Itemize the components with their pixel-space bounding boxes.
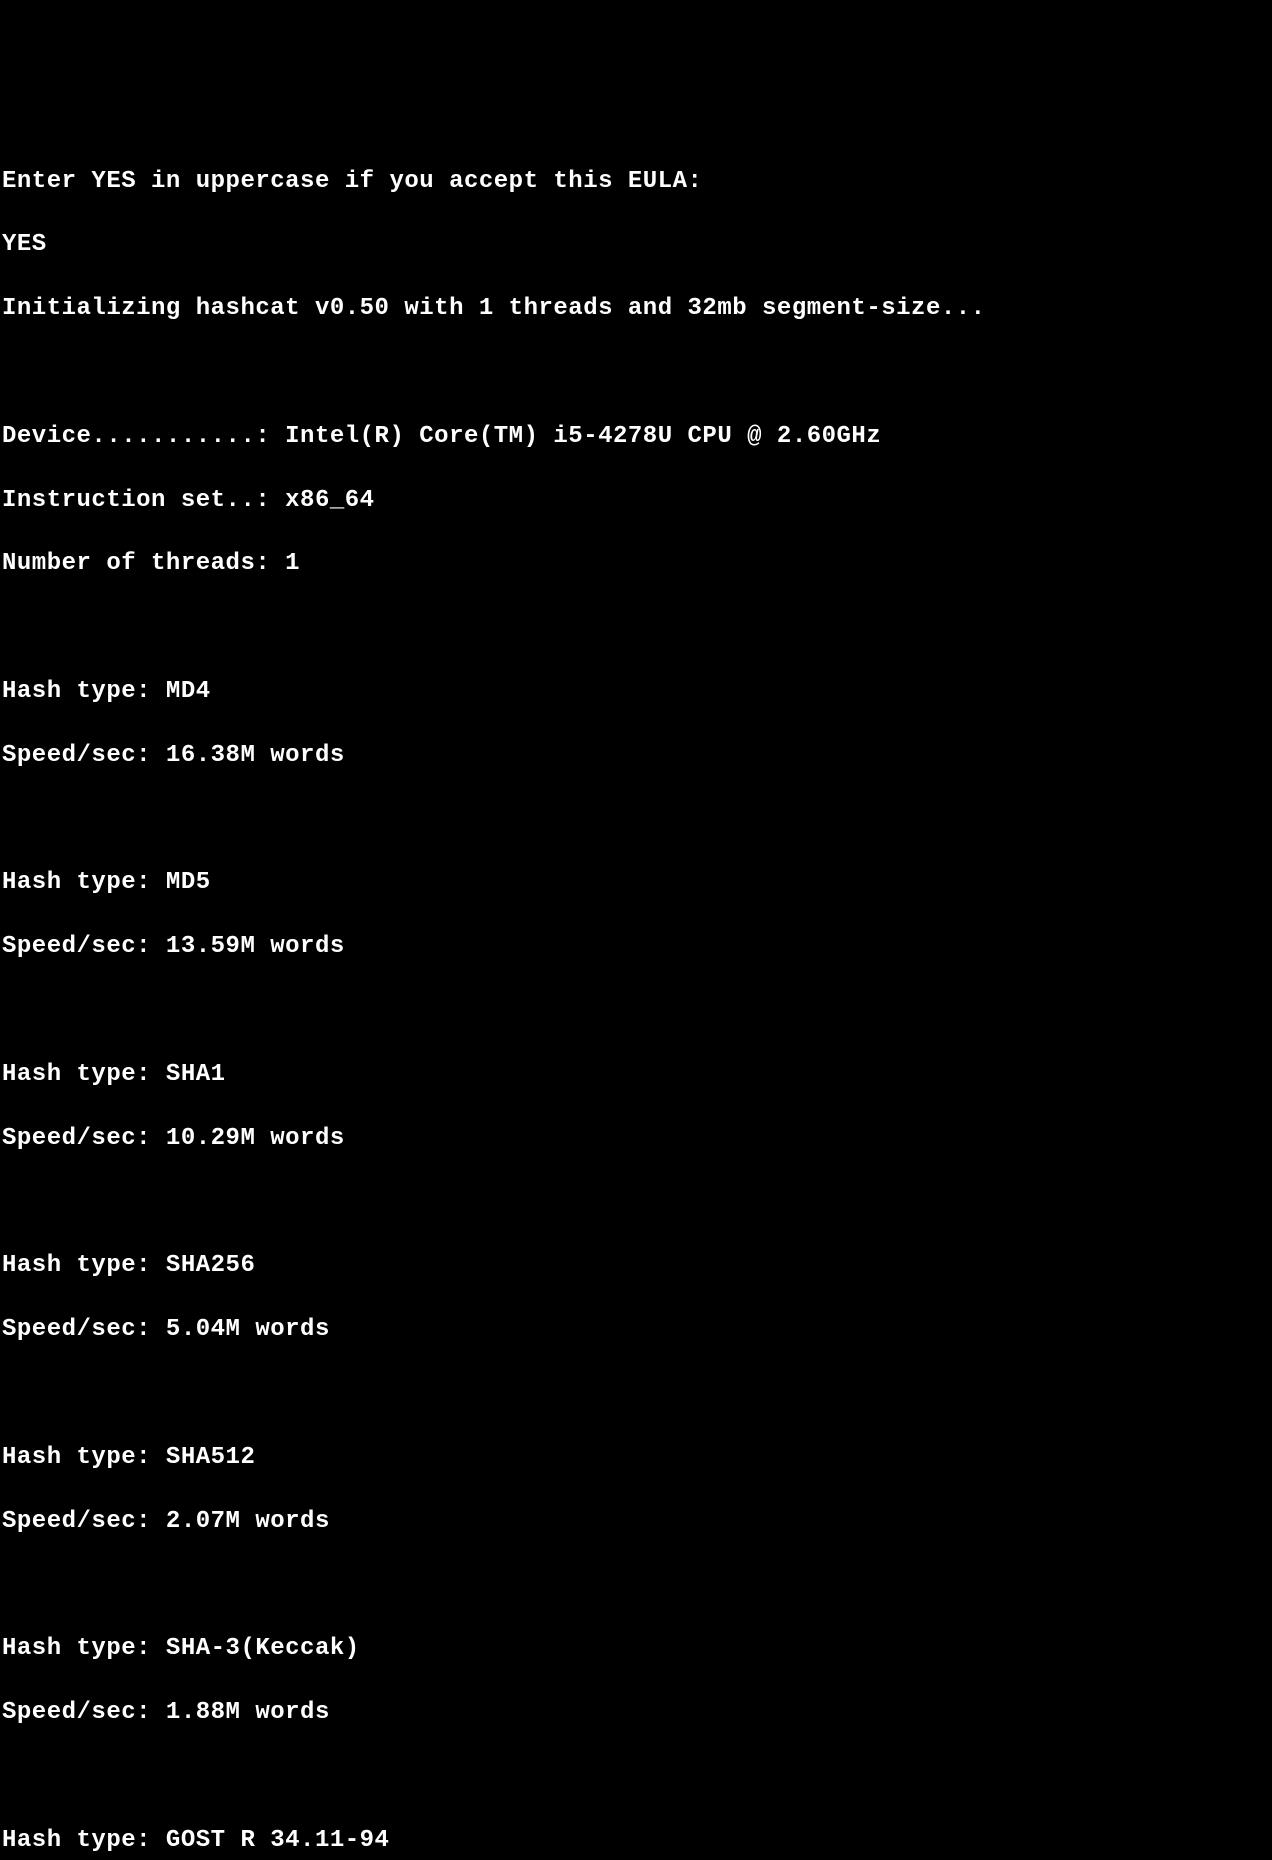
device-info: Device...........: Intel(R) Core(TM) i5-… xyxy=(2,421,1272,453)
blank-line xyxy=(2,1761,1272,1793)
threads-info: Number of threads: 1 xyxy=(2,548,1272,580)
benchmark-hash-type: Hash type: MD4 xyxy=(2,676,1272,708)
benchmark-speed: Speed/sec: 13.59M words xyxy=(2,931,1272,963)
benchmark-hash-type: Hash type: SHA-3(Keccak) xyxy=(2,1633,1272,1665)
blank-line xyxy=(2,995,1272,1027)
benchmark-hash-type: Hash type: MD5 xyxy=(2,867,1272,899)
eula-response: YES xyxy=(2,229,1272,261)
benchmark-speed: Speed/sec: 5.04M words xyxy=(2,1314,1272,1346)
blank-line xyxy=(2,1378,1272,1410)
benchmark-hash-type: Hash type: SHA256 xyxy=(2,1250,1272,1282)
eula-prompt: Enter YES in uppercase if you accept thi… xyxy=(2,166,1272,198)
blank-line xyxy=(2,612,1272,644)
benchmark-speed: Speed/sec: 1.88M words xyxy=(2,1697,1272,1729)
blank-line xyxy=(2,1187,1272,1219)
benchmark-speed: Speed/sec: 16.38M words xyxy=(2,740,1272,772)
blank-line xyxy=(2,804,1272,836)
blank-line xyxy=(2,357,1272,389)
init-message: Initializing hashcat v0.50 with 1 thread… xyxy=(2,293,1272,325)
blank-line xyxy=(2,1569,1272,1601)
benchmark-hash-type: Hash type: SHA1 xyxy=(2,1059,1272,1091)
benchmark-hash-type: Hash type: SHA512 xyxy=(2,1442,1272,1474)
terminal-output: Enter YES in uppercase if you accept thi… xyxy=(2,134,1272,1860)
benchmark-hash-type: Hash type: GOST R 34.11-94 xyxy=(2,1825,1272,1857)
benchmark-speed: Speed/sec: 2.07M words xyxy=(2,1506,1272,1538)
benchmark-speed: Speed/sec: 10.29M words xyxy=(2,1123,1272,1155)
instruction-set-info: Instruction set..: x86_64 xyxy=(2,485,1272,517)
